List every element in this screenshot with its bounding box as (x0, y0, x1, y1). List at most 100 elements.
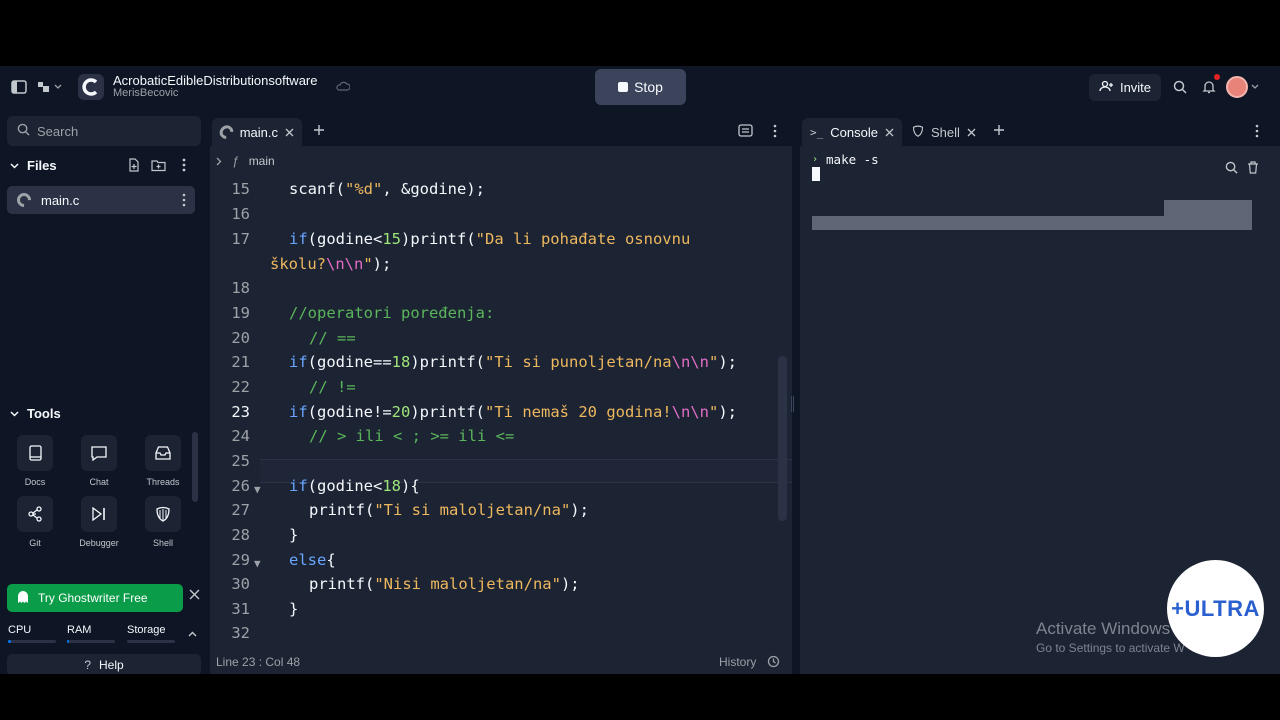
ghostwriter-button[interactable]: Try Ghostwriter Free (7, 584, 183, 612)
line-number: 20 (231, 329, 250, 347)
chevron-down-icon (10, 162, 19, 169)
line-number: 29 (231, 551, 250, 569)
user-plus-icon (1099, 80, 1114, 95)
search-icon[interactable] (1171, 78, 1189, 96)
help-label: Help (99, 658, 124, 672)
repl-owner[interactable]: MerisBecovic (113, 87, 178, 99)
tool-shell[interactable]: Shell (143, 496, 183, 548)
files-heading: Files (27, 158, 57, 173)
cursor-position[interactable]: Line 23 : Col 48 (216, 655, 300, 669)
file-item-main-c[interactable]: main.c (7, 186, 195, 214)
invite-button[interactable]: Invite (1089, 74, 1161, 101)
more-icon[interactable] (182, 158, 186, 175)
file-name: main.c (41, 192, 80, 208)
line-number: 16 (231, 205, 250, 223)
stop-button[interactable]: Stop (595, 69, 686, 105)
line-number: 27 (231, 501, 250, 519)
repl-logo[interactable] (78, 74, 104, 100)
tool-chat[interactable]: Chat (79, 435, 119, 487)
tool-docs[interactable]: Docs (15, 435, 55, 487)
avatar[interactable] (1226, 76, 1248, 98)
tool-label: Debugger (79, 538, 119, 548)
search-input[interactable]: Search (7, 116, 201, 146)
tab-shell[interactable]: Shell (904, 118, 982, 146)
editor-statusbar: Line 23 : Col 48 History (210, 650, 792, 674)
tools-section-toggle[interactable]: Tools (10, 406, 61, 421)
sidebar-toggle-icon[interactable] (10, 78, 28, 96)
files-section-toggle[interactable]: Files (10, 158, 57, 173)
history-label[interactable]: History (719, 655, 756, 669)
line-number: 30 (231, 575, 250, 593)
line-number: 18 (231, 279, 250, 297)
sidebar-scrollbar[interactable] (192, 432, 198, 502)
editor-scrollbar[interactable] (778, 356, 787, 521)
chevron-down-icon[interactable] (1250, 78, 1260, 96)
line-number: 15 (231, 180, 250, 198)
close-icon[interactable] (189, 588, 200, 603)
code-line: // == (309, 329, 356, 347)
console-tabbar: >_ Console Shell (800, 116, 1280, 146)
docs-icon (17, 435, 53, 471)
close-icon[interactable] (885, 125, 894, 140)
line-number: 22 (231, 378, 250, 396)
tab-label: Console (830, 124, 878, 140)
tool-label: Threads (146, 477, 180, 487)
help-icon: ? (84, 658, 91, 672)
line-number: 26 (231, 477, 250, 495)
tab-console[interactable]: >_ Console (802, 118, 902, 146)
more-icon[interactable] (1255, 124, 1259, 141)
history-icon[interactable] (767, 655, 780, 671)
search-icon (17, 123, 30, 139)
console-icon: >_ (810, 125, 824, 139)
tool-git[interactable]: Git (15, 496, 55, 548)
notification-dot (1214, 74, 1220, 80)
search-icon[interactable] (1225, 161, 1238, 177)
terminal-cursor (812, 167, 820, 181)
clear-icon[interactable] (1247, 161, 1259, 177)
ram-meter (67, 640, 115, 643)
tool-label: Chat (89, 477, 109, 487)
search-placeholder: Search (37, 123, 79, 139)
line-number: 28 (231, 526, 250, 544)
plus-icon[interactable] (993, 124, 1005, 139)
workspace-icon[interactable] (36, 78, 64, 96)
code-line: if(godine<18){ (289, 477, 420, 495)
line-number: 21 (231, 353, 250, 371)
new-folder-icon[interactable] (151, 158, 166, 175)
line-number: 17 (231, 230, 250, 248)
code-line: školu?\n\n"); (270, 255, 392, 273)
bell-icon[interactable] (1200, 78, 1218, 96)
tool-debugger[interactable]: Debugger (79, 496, 119, 548)
storage-meter (127, 640, 175, 643)
code-line: printf("Nisi maloljetan/na"); (309, 575, 580, 593)
help-button[interactable]: ? Help (7, 654, 201, 674)
code-line: printf("Ti si maloljetan/na"); (309, 501, 589, 519)
code-area[interactable]: 15 16 17 18 19 20 21 22 23 24 25 26 27 2… (210, 116, 792, 642)
fold-arrow-icon[interactable]: ▼ (254, 483, 261, 496)
chevron-up-icon[interactable] (188, 625, 197, 640)
invite-label: Invite (1119, 80, 1152, 95)
c-file-icon (14, 190, 34, 210)
git-icon (17, 496, 53, 532)
storage-label: Storage (127, 624, 166, 636)
console-command: › make -s (812, 152, 879, 167)
fold-arrow-icon[interactable]: ▼ (254, 557, 261, 570)
sidebar: Search Files main.c Tools Docs Chat Thre… (0, 108, 204, 674)
code-line: if(godine<15)printf("Da li pohađate osno… (289, 230, 691, 248)
ultra-logo: +ULTRA (1167, 560, 1264, 657)
line-number: 25 (231, 452, 250, 470)
shell-icon (912, 125, 924, 140)
tool-threads[interactable]: Threads (143, 435, 183, 487)
close-icon[interactable] (967, 125, 976, 140)
repl-title[interactable]: AcrobaticEdibleDistributionsoftware (113, 73, 317, 88)
top-header: AcrobaticEdibleDistributionsoftware Meri… (0, 66, 1280, 108)
new-file-icon[interactable] (127, 158, 141, 175)
cpu-label: CPU (8, 624, 32, 636)
file-more-icon[interactable] (182, 193, 186, 210)
shell-icon (145, 496, 181, 532)
activation-watermark-title: Activate Windows (1036, 619, 1171, 638)
command-text: make -s (826, 152, 879, 167)
panel-resize-handle[interactable] (791, 396, 794, 412)
tab-label: Shell (931, 124, 960, 140)
loading-bar (812, 216, 1252, 230)
